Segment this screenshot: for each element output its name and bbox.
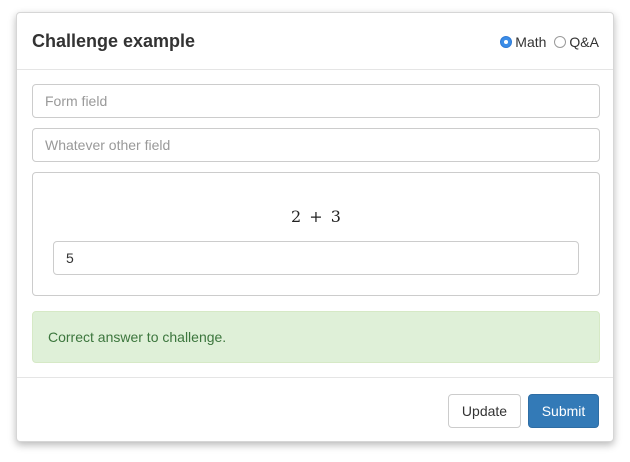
radio-option-math[interactable]: Math	[500, 34, 546, 50]
radio-selected-icon[interactable]	[500, 36, 513, 48]
other-field-input[interactable]	[32, 128, 600, 162]
challenge-dialog: Challenge example Math Q&A 2 + 3 Correct…	[16, 12, 614, 442]
form-field-input[interactable]	[32, 84, 600, 118]
radio-option-qa[interactable]: Q&A	[554, 34, 599, 50]
radio-unselected-icon[interactable]	[554, 36, 567, 48]
challenge-box: 2 + 3	[32, 172, 600, 296]
update-button[interactable]: Update	[448, 394, 521, 428]
radio-label-qa: Q&A	[569, 34, 599, 50]
dialog-header: Challenge example Math Q&A	[17, 13, 613, 70]
mode-radio-group: Math Q&A	[500, 34, 599, 50]
challenge-equation: 2 + 3	[291, 207, 341, 226]
challenge-answer-input[interactable]	[53, 241, 579, 275]
dialog-title: Challenge example	[32, 31, 196, 51]
dialog-footer: Update Submit	[17, 377, 613, 441]
submit-button[interactable]: Submit	[528, 394, 599, 428]
radio-label-math: Math	[515, 34, 547, 50]
alert-text: Correct answer to challenge.	[48, 329, 227, 345]
success-alert: Correct answer to challenge.	[32, 311, 600, 363]
